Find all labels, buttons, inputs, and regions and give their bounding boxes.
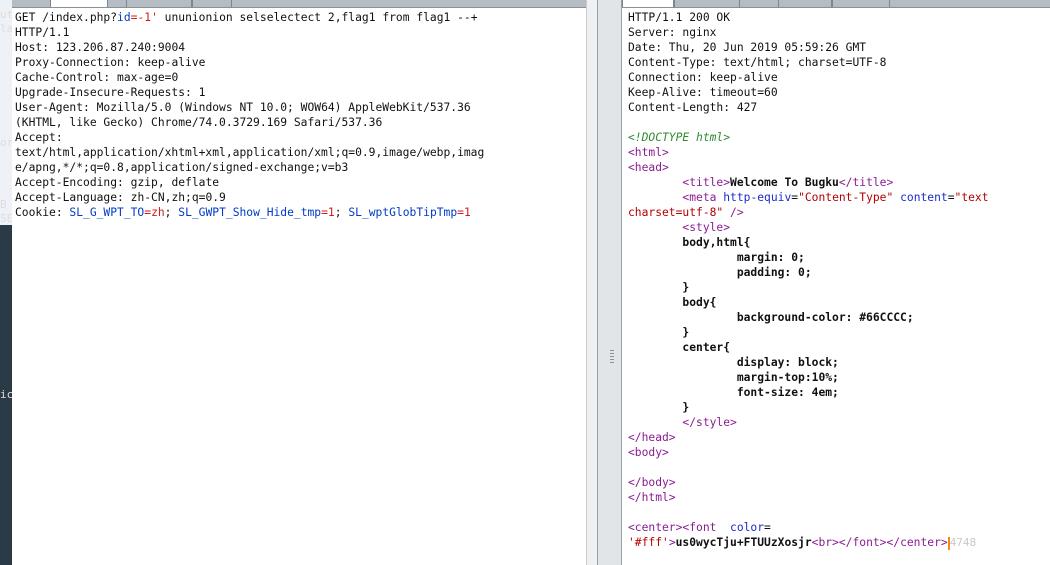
header-line: Proxy-Connection: keep-alive xyxy=(15,56,206,69)
title-line: <title>Welcome To Bugku</title> xyxy=(682,176,894,189)
css-line: margin: 0; xyxy=(736,251,805,264)
header-continuation: (KHTML, like Gecko) Chrome/74.0.3729.169… xyxy=(15,116,383,129)
tab-params[interactable] xyxy=(126,0,192,7)
cookie-line: Cookie: SL_G_WPT_TO=zh; SL_GWPT_Show_Hid… xyxy=(15,206,471,219)
background-text-fragment: ic xyxy=(0,388,12,401)
request-editor[interactable]: GET /index.php?id=-1' ununionion selsele… xyxy=(15,10,586,220)
tab-raw[interactable] xyxy=(622,0,674,7)
header-line: Connection: keep-alive xyxy=(628,71,778,84)
header-continuation: text/html,application/xhtml+xml,applicat… xyxy=(15,146,485,159)
center-font-line: <center><font color= xyxy=(628,521,771,534)
request-scrollbar[interactable] xyxy=(586,0,597,565)
background-text-fragment: B xyxy=(0,198,7,211)
center-font-line-continuation: '#fff'>us0wycTju+FTUUzXosjr<br></font></… xyxy=(628,536,977,550)
tab-headers[interactable] xyxy=(192,0,232,7)
flag-text: us0wycTju+FTUUzXosjr xyxy=(675,536,812,549)
css-line: body,html{ xyxy=(682,236,751,249)
header-line: Cache-Control: max-age=0 xyxy=(15,71,179,84)
background-text-fragment: SE xyxy=(0,212,12,225)
header-line: Host: 123.206.87.240:9004 xyxy=(15,41,186,54)
response-pane[interactable]: HTTP/1.1 200 OK Server: nginx Date: Thu,… xyxy=(622,0,1050,565)
watermark: 4748 xyxy=(949,536,977,549)
http-version: HTTP/1.1 xyxy=(15,26,70,39)
tab-headers[interactable] xyxy=(674,0,740,7)
css-line: } xyxy=(682,401,690,414)
request-pane[interactable]: GET /index.php?id=-1' ununionion selsele… xyxy=(12,0,586,565)
request-tab-bar xyxy=(12,0,586,8)
body-open-tag: <body> xyxy=(628,446,669,459)
background-text-fragment: la xyxy=(0,22,12,35)
desktop-background xyxy=(0,0,12,565)
header-line: Accept-Encoding: gzip, deflate xyxy=(15,176,220,189)
html-open-tag: <html> xyxy=(628,146,669,159)
splitter-grip-icon[interactable] xyxy=(610,350,614,364)
header-line: Content-Length: 427 xyxy=(628,101,758,114)
response-tab-bar xyxy=(622,0,1050,8)
style-open-tag: <style> xyxy=(682,221,731,234)
style-close-tag: </style> xyxy=(682,416,737,429)
header-line: Keep-Alive: timeout=60 xyxy=(628,86,778,99)
meta-line: <meta http-equiv="Content-Type" content=… xyxy=(682,191,989,204)
css-line: } xyxy=(682,326,690,339)
css-line: } xyxy=(682,281,690,294)
header-continuation: e/apng,*/*;q=0.8,application/signed-exch… xyxy=(15,161,349,174)
css-line: display: block; xyxy=(736,356,839,369)
pane-splitter[interactable] xyxy=(586,0,622,565)
css-line: font-size: 4em; xyxy=(736,386,839,399)
response-editor[interactable]: HTTP/1.1 200 OK Server: nginx Date: Thu,… xyxy=(628,10,1050,550)
css-line: padding: 0; xyxy=(736,266,812,279)
status-line: HTTP/1.1 200 OK xyxy=(628,11,731,24)
background-text-fragment: or xyxy=(0,136,12,149)
header-line: Content-Type: text/html; charset=UTF-8 xyxy=(628,56,887,69)
header-line: User-Agent: Mozilla/5.0 (Windows NT 10.0… xyxy=(15,101,471,114)
meta-line-continuation: charset=utf-8" /> xyxy=(628,206,744,219)
header-line: Date: Thu, 20 Jun 2019 05:59:26 GMT xyxy=(628,41,867,54)
css-line: background-color: #66CCCC; xyxy=(736,311,914,324)
header-line: Server: nginx xyxy=(628,26,717,39)
css-line: body{ xyxy=(682,296,717,309)
header-line: Accept: xyxy=(15,131,63,144)
css-line: margin-top:10%; xyxy=(736,371,839,384)
body-close-tag: </body> xyxy=(628,476,676,489)
tab-hex[interactable] xyxy=(778,0,832,7)
tab-raw[interactable] xyxy=(50,0,108,7)
tab-html[interactable] xyxy=(832,0,890,7)
header-line: Accept-Language: zh-CN,zh;q=0.9 xyxy=(15,191,226,204)
request-line: GET /index.php?id=-1' ununionion selsele… xyxy=(15,11,478,24)
header-line: Upgrade-Insecure-Requests: 1 xyxy=(15,86,206,99)
head-open-tag: <head> xyxy=(628,161,669,174)
doctype: <!DOCTYPE html> xyxy=(628,131,731,144)
html-close-tag: </html> xyxy=(628,491,676,504)
background-text-fragment: ut xyxy=(0,8,12,21)
head-close-tag: </head> xyxy=(628,431,676,444)
css-line: center{ xyxy=(682,341,731,354)
